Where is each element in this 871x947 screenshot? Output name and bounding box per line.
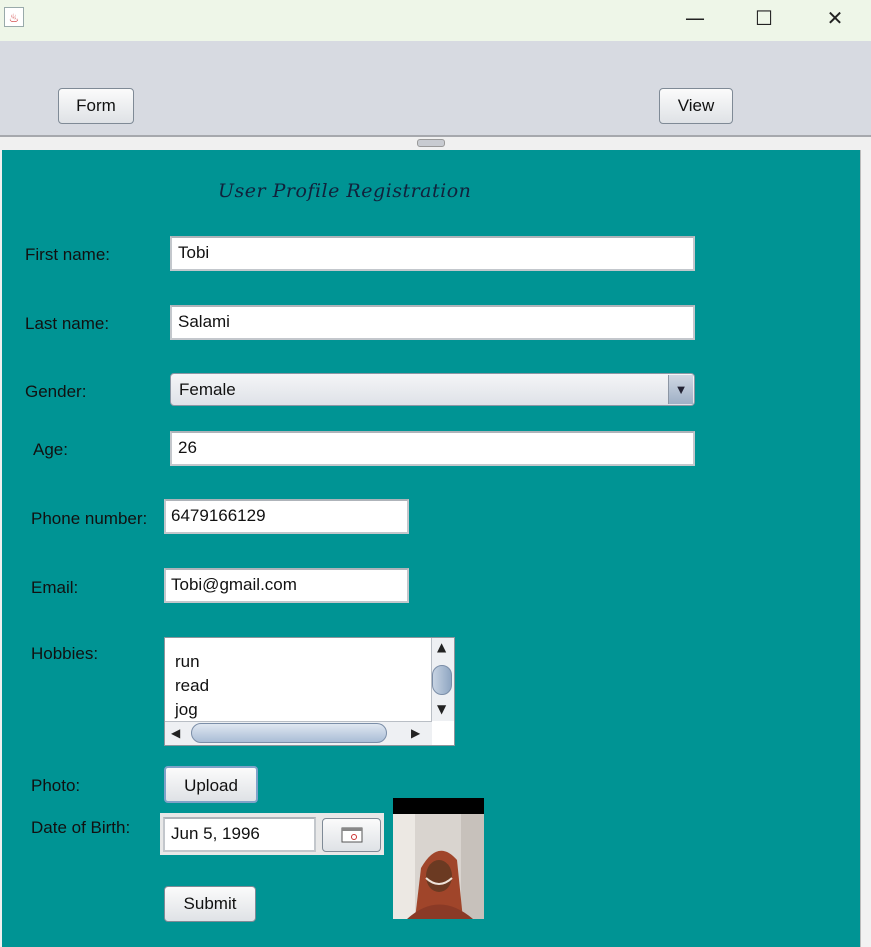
vertical-scrollbar[interactable]: ▲ ▼ xyxy=(431,638,454,721)
email-label: Email: xyxy=(31,578,79,597)
dob-field[interactable]: Jun 5, 1996 xyxy=(163,817,316,852)
chevron-down-icon[interactable]: ▼ xyxy=(668,375,693,404)
email-field[interactable]: Tobi@gmail.com xyxy=(164,568,409,603)
horizontal-scrollbar[interactable]: ◀ ▶ xyxy=(165,721,432,745)
date-picker: Jun 5, 1996 xyxy=(160,813,384,855)
form-button[interactable]: Form xyxy=(58,88,134,124)
horizontal-scroll-thumb[interactable] xyxy=(191,723,387,743)
page-title: User Profile Registration xyxy=(218,180,472,202)
minimize-button[interactable]: — xyxy=(672,0,718,37)
age-field[interactable]: 26 xyxy=(170,431,695,466)
view-button[interactable]: View xyxy=(659,88,733,124)
calendar-button[interactable] xyxy=(322,818,381,852)
profile-photo-image xyxy=(393,798,484,919)
gender-selected-value: Female xyxy=(179,380,236,399)
phone-field[interactable]: 6479166129 xyxy=(164,499,409,534)
scroll-left-icon[interactable]: ◀ xyxy=(171,726,180,740)
gender-label: Gender: xyxy=(25,382,87,401)
last-name-field[interactable]: Salami xyxy=(170,305,695,340)
age-label: Age: xyxy=(33,440,68,459)
list-item[interactable]: run xyxy=(175,652,200,672)
photo-label: Photo: xyxy=(31,776,81,795)
dob-label: Date of Birth: xyxy=(31,818,131,837)
split-pane-divider[interactable] xyxy=(417,139,445,147)
upload-button[interactable]: Upload xyxy=(164,766,258,803)
list-item[interactable]: read xyxy=(175,676,209,696)
scroll-up-icon[interactable]: ▲ xyxy=(437,640,446,654)
list-item[interactable]: jog xyxy=(175,700,198,720)
window-titlebar: ♨ — ☐ ✕ xyxy=(0,0,871,41)
submit-button[interactable]: Submit xyxy=(164,886,256,922)
phone-label: Phone number: xyxy=(31,509,148,528)
first-name-field[interactable]: Tobi xyxy=(170,236,695,271)
first-name-label: First name: xyxy=(25,245,111,264)
scroll-right-icon[interactable]: ▶ xyxy=(411,726,420,740)
toolbar: Form View xyxy=(0,41,871,137)
profile-photo xyxy=(393,798,484,919)
scroll-down-icon[interactable]: ▼ xyxy=(437,702,446,716)
gender-select[interactable]: Female ▼ xyxy=(170,373,695,406)
calendar-icon xyxy=(341,827,362,843)
hobbies-list[interactable]: run read jog ▲ ▼ ◀ ▶ xyxy=(164,637,455,746)
last-name-label: Last name: xyxy=(25,314,110,333)
java-cup-icon: ♨ xyxy=(4,7,24,27)
close-button[interactable]: ✕ xyxy=(812,0,858,37)
maximize-button[interactable]: ☐ xyxy=(741,0,787,37)
vertical-scroll-thumb[interactable] xyxy=(432,665,452,695)
panel-edge xyxy=(860,150,871,947)
hobbies-label: Hobbies: xyxy=(31,644,99,663)
